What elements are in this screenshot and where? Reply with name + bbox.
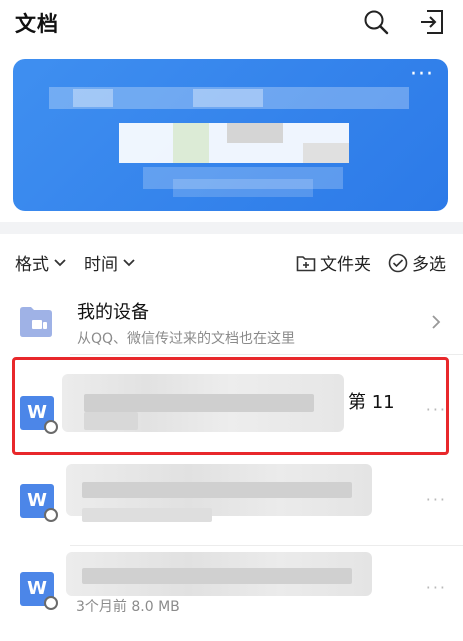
folder-icon	[19, 306, 53, 342]
my-device-title: 我的设备	[77, 302, 149, 323]
file-more-button[interactable]: ···	[426, 490, 447, 509]
multiselect-button[interactable]: 多选	[388, 250, 446, 275]
time-filter[interactable]: 时间	[84, 250, 136, 275]
multiselect-label: 多选	[412, 255, 446, 275]
time-filter-label: 时间	[84, 255, 118, 275]
highlight-box	[12, 357, 449, 455]
top-bar: 文档	[0, 0, 463, 44]
section-separator	[0, 222, 463, 234]
exit-icon[interactable]	[418, 8, 446, 36]
file-row[interactable]: W 3个月前 8.0 MB ···	[0, 548, 463, 641]
row-divider	[70, 354, 463, 355]
device-badge-icon	[44, 596, 58, 610]
row-divider	[70, 545, 463, 546]
filter-bar: 格式 时间 文件夹 多选	[0, 236, 463, 284]
promo-banner[interactable]: ···	[13, 59, 448, 211]
format-filter-label: 格式	[15, 255, 49, 275]
file-more-button[interactable]: ···	[426, 578, 447, 597]
new-folder-label: 文件夹	[320, 255, 371, 275]
file-meta: 3个月前 8.0 MB	[76, 599, 180, 615]
chevron-right-icon	[431, 314, 441, 334]
search-icon[interactable]	[362, 8, 390, 36]
page-title: 文档	[15, 12, 59, 36]
banner-more-button[interactable]: ···	[410, 64, 434, 86]
chevron-down-icon	[123, 258, 135, 266]
device-badge-icon	[44, 508, 58, 522]
my-device-row[interactable]: 我的设备 从QQ、微信传过来的文档也在这里	[0, 288, 463, 350]
chevron-down-icon	[54, 258, 66, 266]
new-folder-button[interactable]: 文件夹	[296, 250, 371, 275]
file-row[interactable]: W ···	[0, 458, 463, 544]
format-filter[interactable]: 格式	[15, 250, 67, 275]
my-device-subtitle: 从QQ、微信传过来的文档也在这里	[77, 331, 296, 347]
check-circle-icon	[388, 253, 408, 272]
folder-add-icon	[296, 255, 316, 271]
